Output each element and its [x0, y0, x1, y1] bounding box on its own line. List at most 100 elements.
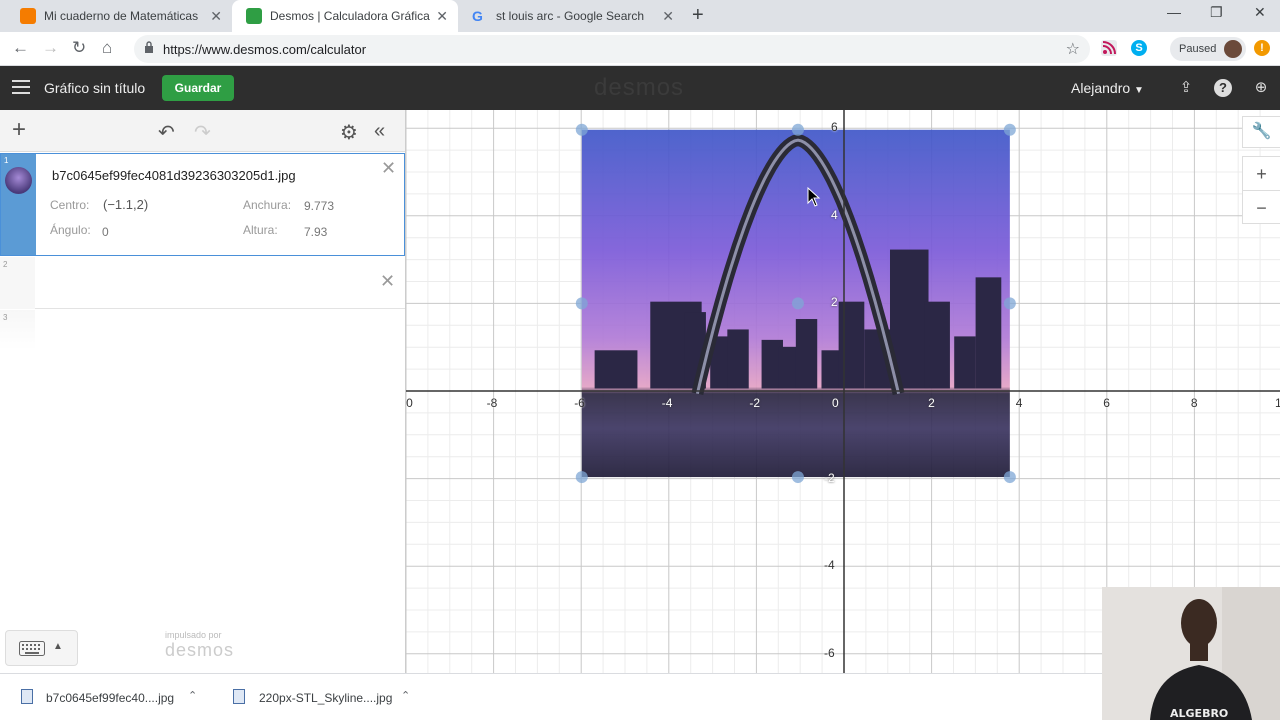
row-number: 3 — [3, 313, 8, 322]
paused-label: Paused — [1179, 43, 1217, 55]
zoom-out-button[interactable]: − — [1243, 191, 1280, 225]
skyline-building — [727, 329, 749, 389]
webcam-overlay: ALGEBRO — [1102, 587, 1280, 720]
address-bar[interactable]: https://www.desmos.com/calculator ☆ — [134, 35, 1090, 63]
delete-expression-icon[interactable]: ✕ — [380, 271, 395, 292]
image-resize-handle[interactable] — [575, 123, 588, 136]
language-icon[interactable]: ⊕ — [1252, 79, 1270, 97]
close-window-button[interactable]: ✕ — [1254, 4, 1266, 21]
settings-gear-icon[interactable]: ⚙ — [340, 120, 358, 145]
close-icon[interactable]: ✕ — [210, 8, 222, 24]
powered-by-label: impulsado por — [165, 630, 222, 640]
image-thumbnail[interactable] — [5, 167, 32, 194]
keyboard-toggle-button[interactable]: ▲ — [5, 630, 78, 666]
image-filename[interactable]: b7c0645ef99fec4081d39236303205d1.jpg — [52, 168, 296, 183]
x-tick-label: 8 — [1190, 396, 1198, 410]
x-tick-label: -4 — [661, 396, 673, 410]
row-number: 2 — [3, 260, 8, 269]
y-tick-label: 6 — [831, 120, 838, 135]
expression-toolbar: + ↶ ↷ ⚙ « — [0, 110, 405, 152]
angle-label: Ángulo: — [50, 223, 91, 237]
center-label: Centro: — [50, 198, 90, 212]
update-icon[interactable]: ! — [1254, 40, 1270, 56]
expression-row-empty[interactable]: 2 ✕ — [0, 257, 405, 309]
chevron-up-icon[interactable]: ⌃ — [401, 689, 410, 702]
file-icon — [233, 689, 245, 704]
reload-icon[interactable]: ↻ — [72, 38, 86, 58]
graph-title[interactable]: Gráfico sin título — [44, 80, 145, 96]
x-tick-label: -8 — [486, 396, 498, 410]
forward-icon[interactable]: → — [42, 38, 59, 58]
desmos-header: Gráfico sin título Guardar desmos Alejan… — [0, 66, 1280, 110]
skyline-building — [594, 350, 638, 389]
height-label: Altura: — [243, 223, 278, 237]
avatar — [1224, 40, 1242, 58]
chevron-down-icon: ▼ — [1134, 85, 1144, 96]
image-resize-handle[interactable] — [575, 471, 588, 484]
redo-icon[interactable]: ↷ — [194, 120, 211, 145]
back-icon[interactable]: ← — [12, 38, 29, 58]
image-resize-handle[interactable] — [791, 123, 804, 136]
x-tick-label: -10 — [406, 396, 413, 410]
width-label: Anchura: — [243, 198, 292, 212]
undo-icon[interactable]: ↶ — [158, 120, 175, 145]
chevron-up-icon[interactable]: ⌃ — [188, 689, 197, 702]
restore-button[interactable]: ❐ — [1210, 4, 1223, 21]
user-menu[interactable]: Alejandro ▼ — [1071, 80, 1144, 96]
download-shelf: b7c0645ef99fec40....jpg ⌃ 220px-STL_Skyl… — [0, 673, 1280, 720]
width-value[interactable]: 9.773 — [304, 199, 334, 213]
delete-expression-icon[interactable]: ✕ — [381, 158, 396, 179]
angle-value[interactable]: 0 — [102, 225, 109, 239]
profile-paused-button[interactable]: Paused — [1170, 37, 1246, 61]
close-icon[interactable]: ✕ — [662, 8, 674, 24]
browser-tab-strip: Mi cuaderno de Matemáticas ✕ Desmos | Ca… — [0, 0, 1280, 32]
share-icon[interactable]: ⇪ — [1177, 79, 1195, 97]
expression-row-tab[interactable]: 1 — [1, 154, 36, 255]
url-text: https://www.desmos.com/calculator — [163, 42, 367, 57]
rss-extension-icon[interactable] — [1101, 40, 1117, 56]
help-icon[interactable]: ? — [1214, 79, 1232, 97]
new-tab-button[interactable]: + — [692, 4, 704, 27]
file-icon — [21, 689, 33, 704]
expression-row-empty[interactable]: 3 — [0, 310, 405, 350]
tab-google-search[interactable]: G st louis arc - Google Search ✕ — [458, 0, 684, 32]
bookmark-star-icon[interactable]: ☆ — [1066, 39, 1080, 59]
hamburger-icon[interactable] — [12, 80, 30, 94]
image-overlay[interactable] — [575, 123, 1016, 484]
y-tick-label: 4 — [831, 207, 838, 222]
add-expression-icon[interactable]: + — [12, 116, 26, 144]
save-button[interactable]: Guardar — [162, 75, 234, 101]
x-tick-label: 6 — [1103, 396, 1110, 410]
expression-panel: + ↶ ↷ ⚙ « 1 b7c0645ef99fec4081d392363032… — [0, 110, 406, 673]
download-item[interactable]: 220px-STL_Skyline....jpg — [259, 691, 392, 705]
y-tick-label: -6 — [824, 645, 835, 660]
image-resize-handle[interactable] — [1003, 123, 1016, 136]
collapse-panel-icon[interactable]: « — [374, 120, 385, 143]
tab-title: st louis arc - Google Search — [496, 9, 645, 23]
user-name: Alejandro — [1071, 80, 1131, 96]
caret-up-icon: ▲ — [53, 641, 63, 652]
skyline-building — [924, 301, 950, 389]
zoom-in-button[interactable]: + — [1243, 157, 1280, 191]
expression-row-image[interactable]: 1 b7c0645ef99fec4081d39236303205d1.jpg ✕… — [0, 153, 405, 256]
tab-desmos[interactable]: Desmos | Calculadora Gráfica ✕ — [232, 0, 458, 32]
tab-mi-cuaderno[interactable]: Mi cuaderno de Matemáticas ✕ — [6, 0, 232, 32]
google-icon: G — [472, 8, 483, 24]
minimize-button[interactable]: — — [1167, 4, 1181, 20]
center-value[interactable]: (−1.1,2) — [103, 197, 148, 212]
image-resize-handle[interactable] — [575, 297, 588, 310]
height-value[interactable]: 7.93 — [304, 225, 327, 239]
browser-toolbar: ← → ↻ ⌂ https://www.desmos.com/calculato… — [0, 32, 1280, 66]
wrench-icon[interactable]: 🔧 — [1242, 116, 1280, 148]
image-resize-handle[interactable] — [1003, 297, 1016, 310]
desmos-icon — [246, 8, 262, 24]
svg-text:ALGEBRO: ALGEBRO — [1170, 707, 1228, 720]
desmos-logo: desmos — [594, 74, 685, 101]
image-resize-handle[interactable] — [791, 297, 804, 310]
close-icon[interactable]: ✕ — [436, 8, 448, 24]
download-item[interactable]: b7c0645ef99fec40....jpg — [46, 691, 174, 705]
home-icon[interactable]: ⌂ — [102, 38, 112, 58]
image-resize-handle[interactable] — [791, 471, 804, 484]
image-resize-handle[interactable] — [1003, 471, 1016, 484]
skype-extension-icon[interactable]: S — [1131, 40, 1147, 56]
